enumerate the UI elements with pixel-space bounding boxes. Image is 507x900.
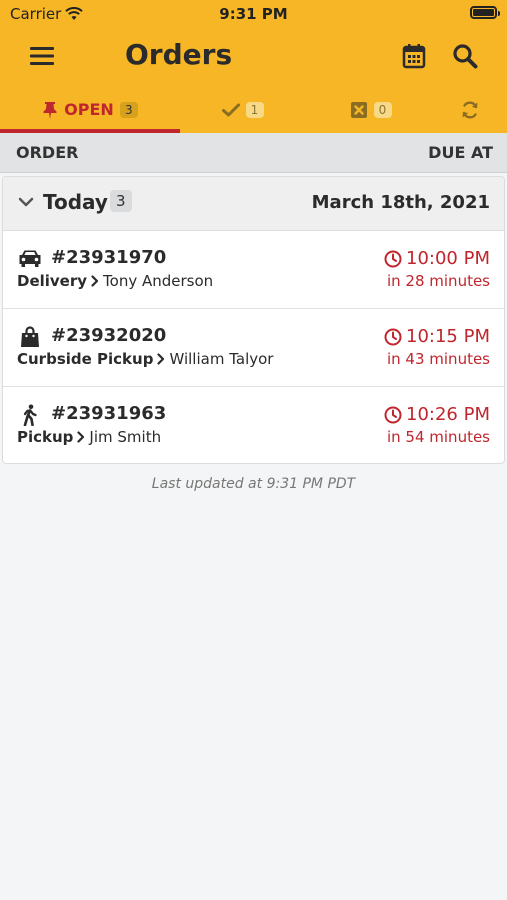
tab-open-label: OPEN: [64, 100, 114, 119]
fulfillment-method: Curbside Pickup: [17, 350, 154, 368]
chevron-right-icon: [157, 353, 165, 365]
order-number: #23931970: [51, 247, 167, 268]
tab-cancelled[interactable]: 0: [323, 86, 418, 133]
bag-icon: [21, 326, 39, 347]
calendar-button[interactable]: [400, 42, 428, 70]
calendar-icon: [402, 44, 426, 69]
page-title: Orders: [125, 38, 233, 71]
nav-bar: Orders: [0, 28, 507, 84]
order-number: #23932020: [51, 325, 167, 346]
order-row[interactable]: #23932020 Curbside Pickup William Talyor…: [3, 309, 504, 387]
group-date: March 18th, 2021: [311, 192, 490, 213]
order-row[interactable]: #23931970 Delivery Tony Anderson 10:00 P…: [3, 231, 504, 309]
group-title: Today: [43, 190, 108, 214]
group-count: 3: [110, 190, 132, 212]
search-icon: [453, 44, 478, 69]
battery-icon: [470, 6, 500, 19]
app-header: Carrier 9:31 PM Orders OPEN 3 1 0: [0, 0, 507, 133]
tab-cancelled-count: 0: [373, 101, 392, 118]
last-updated-text: Last updated at 9:31 PM PDT: [151, 476, 356, 492]
check-icon: [221, 103, 240, 116]
due-time-value: 10:26 PM: [406, 404, 490, 425]
column-header: ORDER DUE AT: [0, 133, 507, 173]
status-time: 9:31 PM: [219, 5, 288, 23]
due-time: 10:00 PM: [384, 248, 490, 269]
column-due-label: DUE AT: [428, 143, 493, 162]
clock-icon: [384, 406, 402, 423]
order-details: Curbside Pickup William Talyor: [17, 350, 273, 368]
group-header-today[interactable]: Today 3 March 18th, 2021: [3, 177, 504, 231]
search-button[interactable]: [451, 42, 479, 70]
due-time-value: 10:00 PM: [406, 248, 490, 269]
order-details: Delivery Tony Anderson: [17, 272, 213, 290]
order-number: #23931963: [51, 403, 167, 424]
refresh-icon: [462, 100, 478, 119]
status-bar: Carrier 9:31 PM: [0, 0, 507, 28]
clock-icon: [384, 250, 402, 267]
car-icon: [19, 250, 41, 267]
menu-button[interactable]: [28, 44, 56, 68]
refresh-button[interactable]: [450, 86, 490, 133]
fulfillment-method: Pickup: [17, 428, 74, 446]
customer-name: Jim Smith: [89, 428, 162, 446]
due-relative: in 43 minutes: [386, 350, 490, 368]
order-details: Pickup Jim Smith: [17, 428, 161, 446]
customer-name: William Talyor: [169, 350, 274, 368]
fulfillment-method: Delivery: [17, 272, 88, 290]
order-row[interactable]: #23931963 Pickup Jim Smith 10:26 PM in 5…: [3, 387, 504, 463]
chevron-down-icon: [18, 197, 34, 207]
hamburger-icon: [30, 47, 54, 65]
walking-icon: [23, 404, 37, 426]
tab-completed-count: 1: [245, 101, 264, 118]
clock-icon: [384, 328, 402, 345]
cancelled-icon: [350, 101, 367, 118]
due-time: 10:15 PM: [384, 326, 490, 347]
due-time-value: 10:15 PM: [406, 326, 490, 347]
due-time: 10:26 PM: [384, 404, 490, 425]
tab-completed[interactable]: 1: [195, 86, 290, 133]
due-relative: in 54 minutes: [386, 428, 490, 446]
column-order-label: ORDER: [16, 143, 79, 162]
orders-list: Today 3 March 18th, 2021 #23931970 Deliv…: [2, 176, 505, 464]
chevron-right-icon: [77, 431, 85, 443]
tab-open-count: 3: [119, 101, 138, 118]
due-relative: in 28 minutes: [386, 272, 490, 290]
customer-name: Tony Anderson: [103, 272, 214, 290]
pin-icon: [43, 101, 57, 119]
tab-open[interactable]: OPEN 3: [0, 86, 180, 133]
order-status-tabs: OPEN 3 1 0: [0, 86, 507, 133]
chevron-right-icon: [91, 275, 99, 287]
